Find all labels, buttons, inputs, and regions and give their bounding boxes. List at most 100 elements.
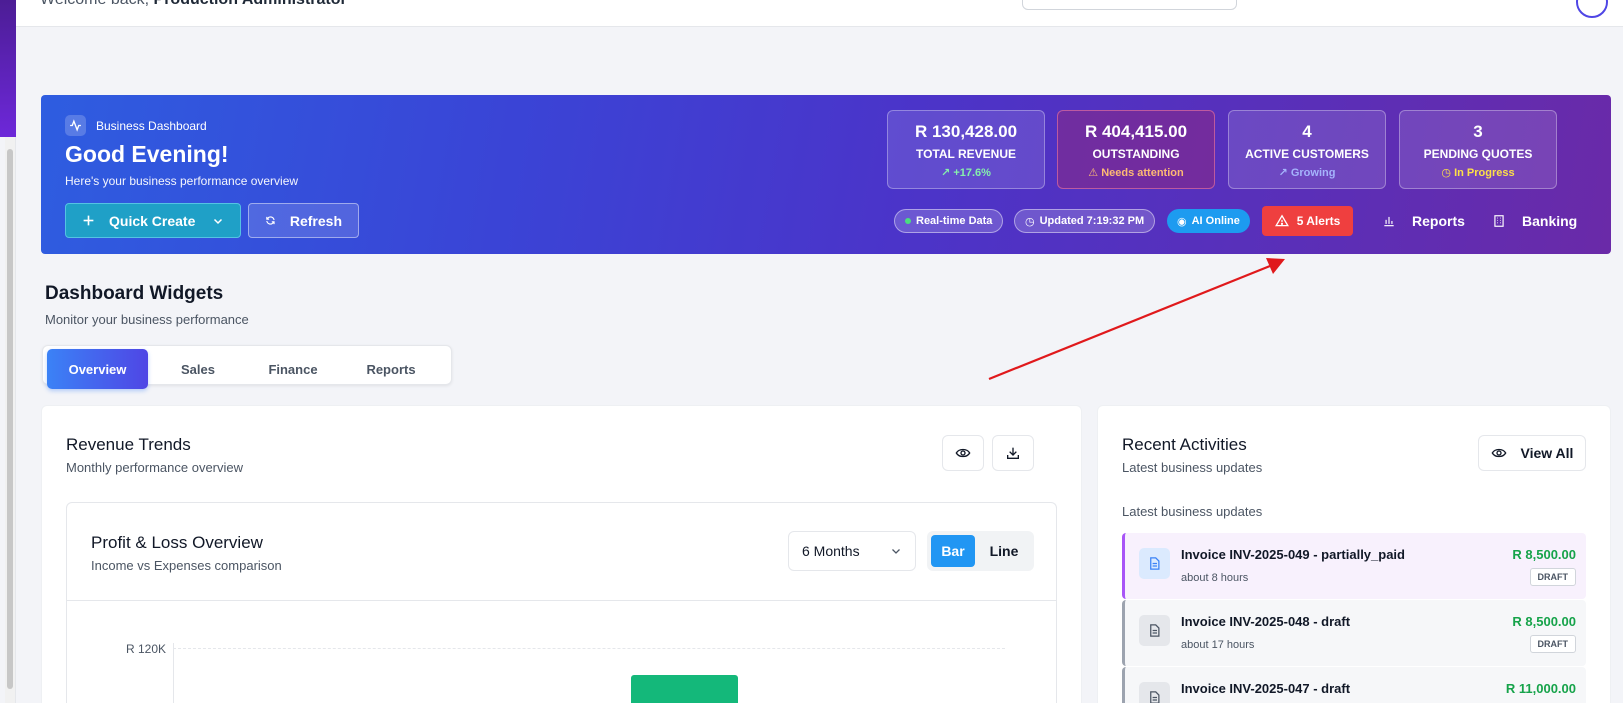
view-all-button[interactable]: View All xyxy=(1478,435,1586,471)
updated-label: Updated 7:19:32 PM xyxy=(1039,215,1145,227)
banking-label: Banking xyxy=(1522,213,1578,229)
avatar[interactable] xyxy=(1576,0,1608,18)
activity-item[interactable]: Invoice INV-2025-048 - draft about 17 ho… xyxy=(1122,600,1586,666)
revenue-title: Revenue Trends xyxy=(66,435,191,454)
recent-activities-card: Recent Activities Latest business update… xyxy=(1097,405,1611,703)
clock-icon: ◷ xyxy=(1441,167,1451,179)
stat-label: OUTSTANDING xyxy=(1092,147,1180,161)
activities-title: Recent Activities xyxy=(1122,435,1247,454)
eye-icon xyxy=(955,448,971,458)
period-select[interactable]: 6 Months xyxy=(788,531,916,571)
realtime-pill: Real-time Data xyxy=(894,209,1004,233)
pl-subtitle: Income vs Expenses comparison xyxy=(91,558,282,573)
gridline xyxy=(173,648,1005,649)
user-name: Production Administrator xyxy=(154,0,347,8)
notification-icon[interactable] xyxy=(1476,0,1486,4)
status-dot-icon xyxy=(905,218,911,224)
banking-link[interactable]: Banking xyxy=(1492,206,1577,236)
activity-amount: R 11,000.00 xyxy=(1505,681,1576,696)
hero-badge-label: Business Dashboard xyxy=(96,118,207,133)
tab-overview[interactable]: Overview xyxy=(47,349,148,389)
stat-value: R 404,415.00 xyxy=(1084,122,1188,141)
activity-item[interactable]: Invoice INV-2025-047 - draft R 11,000.00 xyxy=(1122,667,1586,703)
ai-status-label: AI Online xyxy=(1191,215,1240,227)
tab-reports[interactable]: Reports xyxy=(346,349,436,389)
refresh-icon xyxy=(266,216,275,225)
status-badge: DRAFT xyxy=(1529,635,1576,653)
activity-time: about 8 hours xyxy=(1181,572,1249,584)
eye-icon xyxy=(1491,448,1506,458)
stat-pending-quotes[interactable]: 3 PENDING QUOTES ◷ In Progress xyxy=(1399,110,1557,189)
activity-name: Invoice INV-2025-048 - draft xyxy=(1181,614,1351,629)
trending-up-icon: ↗ xyxy=(1278,167,1288,179)
stat-active-customers[interactable]: 4 ACTIVE CUSTOMERS ↗ Growing xyxy=(1228,110,1386,189)
sidebar-edge xyxy=(0,0,16,137)
chevron-down-icon xyxy=(892,549,900,554)
widget-tabs: Overview Sales Finance Reports xyxy=(42,345,452,389)
trend-up-icon: ↗ xyxy=(941,167,951,179)
chart-mode-toggle: Bar Line xyxy=(927,531,1034,571)
warning-icon: ⚠ xyxy=(1088,167,1099,179)
reports-link[interactable]: Reports xyxy=(1382,206,1465,236)
activities-section-label: Latest business updates xyxy=(1122,504,1263,519)
stat-value: R 130,428.00 xyxy=(914,122,1018,141)
widgets-title: Dashboard Widgets xyxy=(45,283,224,304)
document-icon xyxy=(1139,615,1170,646)
scrollbar-thumb[interactable] xyxy=(7,149,13,689)
refresh-button[interactable]: Refresh xyxy=(248,203,359,238)
stat-trend-text: Growing xyxy=(1290,167,1336,179)
bar-chart-icon xyxy=(1384,216,1394,227)
stat-trend-text: In Progress xyxy=(1454,167,1515,179)
stat-trend: ↗ +17.6% xyxy=(888,166,1044,179)
period-value: 6 Months xyxy=(802,543,860,559)
clock-icon: ◷ xyxy=(1025,215,1035,228)
activity-time: about 17 hours xyxy=(1181,639,1255,651)
chart-bar[interactable] xyxy=(631,675,738,703)
widgets-subtitle: Monitor your business performance xyxy=(45,312,249,327)
status-badge: DRAFT xyxy=(1529,568,1576,586)
revenue-subtitle: Monthly performance overview xyxy=(66,460,244,475)
stat-label: PENDING QUOTES xyxy=(1423,147,1533,161)
welcome-prefix: Welcome back, xyxy=(40,0,154,8)
view-button[interactable] xyxy=(942,435,984,471)
tab-sales[interactable]: Sales xyxy=(156,349,240,389)
bar-mode-button[interactable]: Bar xyxy=(931,535,975,567)
pl-title: Profit & Loss Overview xyxy=(91,533,263,552)
tab-finance[interactable]: Finance xyxy=(248,349,338,389)
search-input[interactable] xyxy=(1022,0,1237,10)
divider xyxy=(67,600,1056,601)
stat-label: ACTIVE CUSTOMERS xyxy=(1245,147,1369,161)
document-icon xyxy=(1139,548,1170,579)
alerts-label: 5 Alerts xyxy=(1296,214,1341,228)
activity-amount: R 8,500.00 xyxy=(1512,547,1576,562)
download-icon xyxy=(1007,447,1019,459)
stat-trend: ⚠ Needs attention xyxy=(1058,166,1214,179)
view-all-label: View All xyxy=(1520,445,1574,461)
stat-total-revenue[interactable]: R 130,428.00 TOTAL REVENUE ↗ +17.6% xyxy=(887,110,1045,189)
stat-trend-text: +17.6% xyxy=(953,167,991,179)
stat-outstanding[interactable]: R 404,415.00 OUTSTANDING ⚠ Needs attenti… xyxy=(1057,110,1215,189)
refresh-label: Refresh xyxy=(289,212,342,229)
y-axis xyxy=(173,643,174,703)
greeting: Good Evening! xyxy=(65,141,229,167)
stat-trend: ◷ In Progress xyxy=(1400,166,1556,179)
check-circle-icon: ◉ xyxy=(1177,215,1187,228)
alerts-button[interactable]: 5 Alerts xyxy=(1262,206,1353,236)
download-button[interactable] xyxy=(992,435,1034,471)
line-mode-button[interactable]: Line xyxy=(979,535,1029,567)
updated-pill: ◷ Updated 7:19:32 PM xyxy=(1014,209,1156,233)
hero-subtitle: Here's your business performance overvie… xyxy=(65,174,299,188)
quick-create-label: Quick Create xyxy=(109,212,196,229)
stat-trend: ↗ Growing xyxy=(1229,166,1385,179)
activity-item[interactable]: Invoice INV-2025-049 - partially_paid ab… xyxy=(1122,533,1586,599)
revenue-trends-card: Revenue Trends Monthly performance overv… xyxy=(41,405,1082,703)
stat-value: 3 xyxy=(1473,122,1483,141)
building-icon xyxy=(1494,215,1504,227)
hero-badge: Business Dashboard xyxy=(65,115,207,136)
chevron-down-icon xyxy=(213,218,223,224)
profit-loss-chart-panel: Profit & Loss Overview Income vs Expense… xyxy=(66,502,1057,703)
activity-amount: R 8,500.00 xyxy=(1512,614,1576,629)
stat-label: TOTAL REVENUE xyxy=(915,147,1016,161)
quick-create-button[interactable]: Quick Create xyxy=(65,203,241,238)
scrollbar[interactable] xyxy=(5,137,16,703)
